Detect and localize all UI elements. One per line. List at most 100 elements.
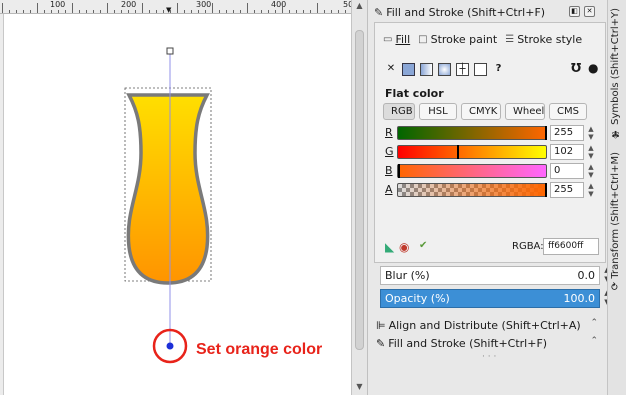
blue-value-field[interactable]: 0 bbox=[550, 163, 584, 179]
wheel-mode-button[interactable]: Wheel bbox=[505, 103, 545, 120]
color-picker-icon[interactable]: ◣ bbox=[385, 240, 394, 254]
hsl-mode-button[interactable]: HSL bbox=[419, 103, 457, 120]
chevron-up-icon[interactable]: ⌃ bbox=[590, 336, 598, 346]
panel-close-button[interactable]: ✕ bbox=[584, 6, 595, 17]
mesh-gradient-button[interactable]: ┼ bbox=[456, 62, 469, 76]
radial-gradient-button[interactable] bbox=[438, 62, 451, 76]
green-slider-marker[interactable] bbox=[457, 145, 459, 159]
dock-side-tabs: ✾ Symbols (Shift+Ctrl+Y) ⟳ Transform (Sh… bbox=[607, 0, 626, 395]
ruler-tick bbox=[198, 10, 199, 13]
ruler-tick bbox=[142, 3, 143, 13]
unset-paint-button[interactable]: ? bbox=[492, 63, 505, 76]
fill-stroke-icon: ✎ bbox=[374, 6, 384, 19]
red-slider-marker[interactable] bbox=[545, 126, 547, 140]
tab-stroke-paint-label: Stroke paint bbox=[430, 33, 498, 46]
scroll-thumb[interactable] bbox=[355, 30, 364, 350]
ruler-tick bbox=[100, 10, 101, 13]
panel-grip-icon[interactable]: · · · bbox=[482, 352, 496, 362]
tab-fill[interactable]: ▭ Fill bbox=[381, 33, 412, 46]
green-spin-icon[interactable]: ▲ ▼ bbox=[586, 144, 596, 160]
green-value-field[interactable]: 102 bbox=[550, 144, 584, 160]
pattern-button[interactable] bbox=[474, 62, 487, 76]
scroll-up-icon[interactable]: ▲ bbox=[352, 1, 367, 10]
blur-field[interactable]: Blur (%) 0.0 bbox=[380, 266, 600, 285]
alpha-slider-marker[interactable] bbox=[545, 183, 547, 197]
align-distribute-panel[interactable]: ⊫ Align and Distribute (Shift+Ctrl+A) ⌃ bbox=[376, 317, 602, 333]
tab-stroke-paint[interactable]: □ Stroke paint bbox=[416, 33, 499, 46]
ruler-tick bbox=[93, 10, 94, 13]
cms-mode-button[interactable]: CMS bbox=[549, 103, 587, 120]
tab-stroke-style[interactable]: ☰ Stroke style bbox=[503, 33, 584, 46]
drawing-canvas[interactable] bbox=[5, 15, 351, 395]
no-paint-button[interactable]: ✕ bbox=[385, 63, 397, 76]
ruler-tick bbox=[261, 10, 262, 13]
side-tab-symbols[interactable]: ✾ Symbols (Shift+Ctrl+Y) bbox=[610, 8, 621, 139]
blue-spin-icon[interactable]: ▲ ▼ bbox=[586, 163, 596, 179]
ruler-tick bbox=[156, 10, 157, 13]
ruler-label: 200 bbox=[121, 0, 137, 9]
fill-stroke-panel: ▭ Fill □ Stroke paint ☰ Stroke style ✕ ┼… bbox=[374, 22, 606, 263]
ruler-tick bbox=[240, 10, 241, 13]
linear-gradient-button[interactable] bbox=[420, 62, 433, 76]
ruler-tick bbox=[226, 10, 227, 13]
rgb-mode-button[interactable]: RGB bbox=[383, 103, 415, 120]
ruler-tick bbox=[16, 10, 17, 13]
blue-slider-row: B 0 ▲ ▼ bbox=[385, 163, 599, 179]
green-label: G bbox=[385, 145, 394, 158]
ruler-tick bbox=[121, 10, 122, 13]
ruler-tick bbox=[23, 10, 24, 13]
red-slider[interactable] bbox=[397, 126, 547, 140]
gradient-end-handle[interactable] bbox=[166, 342, 174, 350]
ruler-tick bbox=[163, 10, 164, 13]
ruler-tick bbox=[135, 10, 136, 13]
ruler-tick bbox=[338, 10, 339, 13]
ruler-tick bbox=[114, 10, 115, 13]
opacity-field[interactable]: Opacity (%) 100.0 bbox=[380, 289, 600, 308]
alpha-value-field[interactable]: 255 bbox=[550, 182, 584, 198]
red-spin-icon[interactable]: ▲ ▼ bbox=[586, 125, 596, 141]
ruler-tick bbox=[184, 10, 185, 13]
panel-iconify-button[interactable]: ◧ bbox=[569, 6, 580, 17]
flat-color-label: Flat color bbox=[385, 87, 444, 100]
annotation-label: Set orange color bbox=[196, 341, 323, 358]
ruler-tick bbox=[289, 10, 290, 13]
canvas-svg bbox=[124, 47, 212, 364]
ruler-tick bbox=[268, 10, 269, 13]
alpha-spin-icon[interactable]: ▲ ▼ bbox=[586, 182, 596, 198]
fill-rule-nonzero-icon[interactable]: ● bbox=[588, 61, 598, 75]
side-tab-transform[interactable]: ⟳ Transform (Shift+Ctrl+M) bbox=[610, 152, 621, 290]
ruler-tick bbox=[107, 3, 108, 13]
fill-stroke-tabs: ▭ Fill □ Stroke paint ☰ Stroke style bbox=[381, 33, 584, 46]
fill-stroke-icon: ✎ bbox=[376, 336, 386, 350]
fill-stroke-collapsed-panel[interactable]: ✎ Fill and Stroke (Shift+Ctrl+F) ⌃ bbox=[376, 335, 602, 351]
flat-color-button[interactable] bbox=[402, 62, 415, 76]
paint-mode-bar: ✕ ┼ ? Ʊ ● bbox=[379, 59, 603, 79]
scroll-down-icon[interactable]: ▼ bbox=[352, 382, 367, 391]
rgba-label: RGBA: bbox=[512, 241, 544, 252]
record-icon[interactable]: ◉ bbox=[399, 240, 409, 254]
align-icon: ⊫ bbox=[376, 318, 386, 332]
green-slider[interactable] bbox=[397, 145, 547, 159]
blue-slider-marker[interactable] bbox=[398, 164, 400, 178]
ruler-label: 400 bbox=[271, 0, 287, 9]
red-value-field[interactable]: 255 bbox=[550, 125, 584, 141]
cmyk-mode-button[interactable]: CMYK bbox=[461, 103, 501, 120]
rgba-input[interactable]: ff6600ff bbox=[543, 238, 599, 255]
fill-rule-evenodd-icon[interactable]: Ʊ bbox=[571, 61, 581, 75]
blue-slider[interactable] bbox=[397, 164, 547, 178]
blue-label: B bbox=[385, 164, 393, 177]
ruler-tick bbox=[51, 10, 52, 13]
ruler-tick bbox=[30, 10, 31, 13]
ruler-tick bbox=[2, 3, 3, 13]
canvas-scrollbar[interactable]: ▲ ▼ bbox=[351, 0, 367, 395]
ruler-tick bbox=[254, 10, 255, 13]
vase-shape[interactable] bbox=[126, 93, 210, 285]
chevron-up-icon[interactable]: ⌃ bbox=[590, 318, 598, 328]
eyedropper-icon[interactable]: ✔ bbox=[419, 240, 427, 251]
ruler-label: 100 bbox=[50, 0, 66, 9]
alpha-slider[interactable] bbox=[397, 183, 547, 197]
fill-icon: ▭ bbox=[383, 34, 393, 45]
dock-panel: ✎ Fill and Stroke (Shift+Ctrl+F) ◧ ✕ ▭ F… bbox=[367, 0, 626, 395]
ruler-tick bbox=[345, 10, 346, 13]
gradient-start-handle[interactable] bbox=[166, 47, 174, 55]
